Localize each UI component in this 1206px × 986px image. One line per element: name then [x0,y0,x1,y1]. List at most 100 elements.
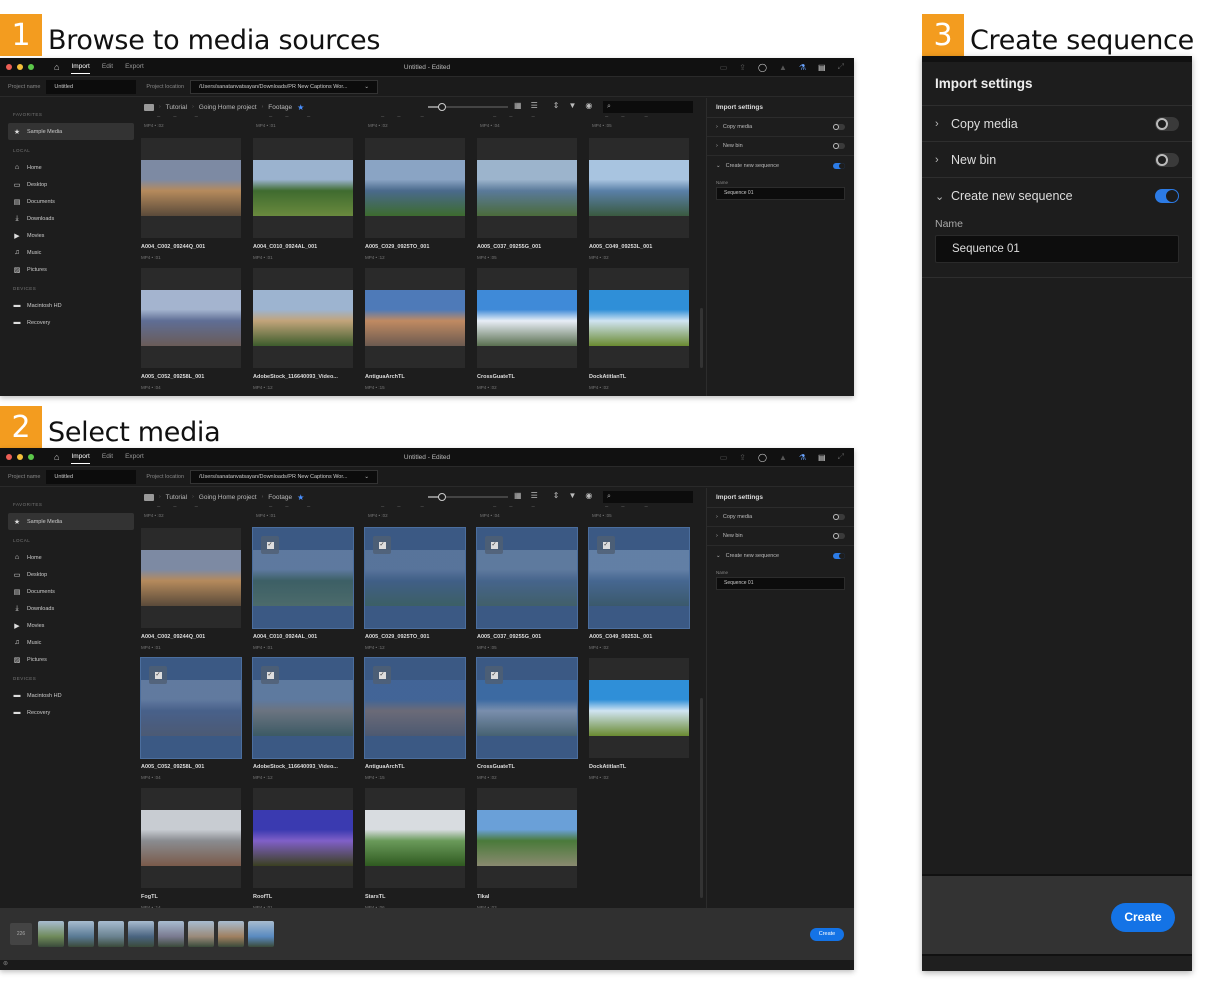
media-thumbnail[interactable] [365,268,465,368]
media-tile-partial[interactable]: A002_C070_09221T_001 MP4 • :01 [256,506,319,518]
media-tile[interactable]: AntiguaArchTL MP4 • :15 [365,268,465,390]
copy-media-row[interactable]: › Copy media [707,508,854,527]
selected-media-thumbnail[interactable] [158,921,184,947]
media-tile[interactable]: FogTL MP4 • :14 [141,788,241,908]
media-tile[interactable]: ✓ AdobeStock_116640093_Video... MP4 • :12 [252,657,354,780]
media-thumbnail[interactable] [589,658,689,758]
media-tile[interactable]: A005_C037_09255G_001 MP4 • :05 [477,138,577,260]
media-thumbnail[interactable]: ✓ [588,527,690,629]
sidebar-item-movies[interactable]: ▶ Movies [0,617,138,634]
new-bin-row[interactable]: › New bin [707,137,854,156]
list-view-icon[interactable]: ☰ [531,491,538,500]
close-window-button[interactable] [6,454,12,460]
thumbnail-size-slider[interactable] [428,493,508,501]
sidebar-item-downloads[interactable]: ⤓ Downloads [0,210,138,227]
sidebar-item-home[interactable]: ⌂ Home [0,549,138,566]
media-thumbnail[interactable] [365,138,465,238]
create-sequence-toggle[interactable] [1155,189,1179,203]
sidebar-item-pictures[interactable]: ▨ Pictures [0,651,138,668]
filter-icon[interactable]: ▼ [568,101,576,110]
sequence-name-input[interactable]: Sequence 01 [935,235,1179,263]
search-input[interactable]: ⌕ [603,101,693,113]
sidebar-item-movies[interactable]: ▶ Movies [0,227,138,244]
fullscreen-icon[interactable]: ⤢ [838,452,844,462]
sidebar-item-documents[interactable]: ▤ Documents [0,193,138,210]
project-location-select[interactable]: /Users/sanatanvatsayan/Downloads/PR New … [190,79,379,94]
selected-media-thumbnail[interactable] [248,921,274,947]
tab-import[interactable]: Import [71,450,90,464]
selection-checkbox[interactable]: ✓ [261,666,279,684]
project-location-select[interactable]: /Users/sanatanvatsayan/Downloads/PR New … [190,469,379,484]
grid-view-icon[interactable]: ▦ [514,491,522,500]
media-thumbnail[interactable] [141,788,241,888]
media-tile[interactable]: ✓ A005_C049_09253L_001 MP4 • :02 [588,527,690,650]
media-tile[interactable]: A005_C049_09253L_001 MP4 • :02 [589,138,689,260]
sidebar-item-music[interactable]: ♫ Music [0,244,138,261]
media-thumbnail[interactable] [477,138,577,238]
sequence-name-input[interactable]: Sequence 01 [716,187,845,200]
home-icon[interactable]: ⌂ [54,62,59,72]
tab-export[interactable]: Export [125,60,144,74]
media-tile[interactable]: ✓ CrossGuateTL MP4 • :02 [476,657,578,780]
new-bin-toggle[interactable] [1155,152,1179,167]
media-tile[interactable]: ✓ A005_C052_09258L_001 MP4 • :04 [140,657,242,780]
new-bin-toggle[interactable] [833,533,845,539]
feedback-icon[interactable]: ▤ [818,453,826,462]
sidebar-item-downloads[interactable]: ⤓ Downloads [0,600,138,617]
media-thumbnail[interactable] [141,138,241,238]
create-sequence-row[interactable]: ⌄ Create new sequence [707,546,854,565]
create-sequence-row[interactable]: ⌄ Create new sequence [922,178,1192,214]
folder-icon[interactable] [144,493,154,501]
create-sequence-row[interactable]: ⌄ Create new sequence [707,156,854,175]
selected-media-thumbnail[interactable] [218,921,244,947]
media-tile[interactable]: A005_C052_09258L_001 MP4 • :04 [141,268,241,390]
progress-circle-icon[interactable]: ◯ [758,63,767,72]
cloud-icon[interactable]: ▲ [779,63,787,72]
close-window-button[interactable] [6,64,12,70]
copy-media-row[interactable]: › Copy media [922,106,1192,142]
maximize-window-button[interactable] [28,454,34,460]
copy-media-row[interactable]: › Copy media [707,118,854,137]
filter-icon[interactable]: ▼ [568,491,576,500]
selection-checkbox[interactable]: ✓ [261,536,279,554]
media-tile[interactable]: ✓ AntiguaArchTL MP4 • :15 [364,657,466,780]
view-icon[interactable]: ◉ [585,491,592,500]
media-tile[interactable]: RoofTL MP4 • :01 [253,788,353,908]
new-bin-row[interactable]: › New bin [922,142,1192,178]
feedback-icon[interactable]: ▤ [818,63,826,72]
media-thumbnail[interactable] [477,268,577,368]
media-tile-partial[interactable]: A002_C002_092217_001 MP4 • :02 [144,506,207,518]
project-name-input[interactable]: Untitled [46,469,137,484]
selected-media-thumbnail[interactable] [98,921,124,947]
minimize-window-button[interactable] [17,64,23,70]
beta-flask-icon[interactable]: ⚗ [799,63,806,72]
breadcrumb-item[interactable]: Going Home project [199,494,257,501]
create-sequence-toggle[interactable] [833,552,845,559]
selected-media-thumbnail[interactable] [68,921,94,947]
fullscreen-icon[interactable]: ⤢ [838,62,844,72]
sidebar-item-pictures[interactable]: ▨ Pictures [0,261,138,278]
list-view-icon[interactable]: ☰ [531,101,538,110]
progress-circle-icon[interactable]: ◯ [758,453,767,462]
media-thumbnail[interactable] [141,528,241,628]
media-tile[interactable]: A004_C010_0924AL_001 MP4 • :01 [253,138,353,260]
media-thumbnail[interactable] [253,138,353,238]
sidebar-item-recovery[interactable]: ▬ Recovery [0,704,138,721]
favorite-star-icon[interactable]: ★ [297,103,304,112]
copy-media-toggle[interactable] [1155,116,1179,131]
new-bin-row[interactable]: › New bin [707,527,854,546]
media-tile[interactable]: CrossGuateTL MP4 • :02 [477,268,577,390]
tab-edit[interactable]: Edit [102,60,113,74]
selection-checkbox[interactable]: ✓ [373,536,391,554]
selection-checkbox[interactable]: ✓ [373,666,391,684]
view-icon[interactable]: ◉ [585,101,592,110]
breadcrumb-item[interactable]: Tutorial [166,104,187,111]
selection-checkbox[interactable]: ✓ [597,536,615,554]
sort-icon[interactable]: ⇕ [553,101,560,110]
sidebar-item-sample-media[interactable]: ★ Sample Media [8,513,134,530]
selected-media-thumbnail[interactable] [128,921,154,947]
sidebar-item-macintosh-hd[interactable]: ▬ Macintosh HD [0,687,138,704]
media-tile[interactable]: A004_C002_09244Q_001 MP4 • :01 [141,138,241,260]
media-tile[interactable]: AdobeStock_116640093_Video... MP4 • :12 [253,268,353,390]
project-name-input[interactable]: Untitled [46,79,137,94]
